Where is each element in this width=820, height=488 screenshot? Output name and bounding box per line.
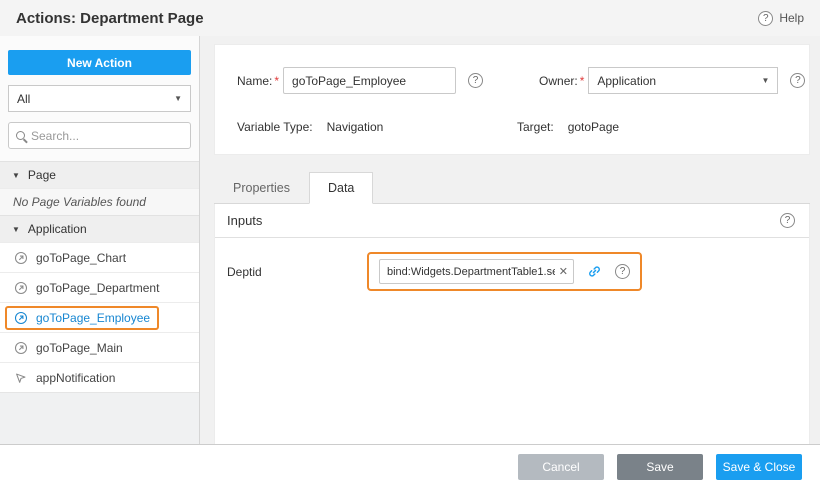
search-box	[8, 122, 191, 149]
sidebar-item-label: goToPage_Chart	[36, 251, 126, 265]
inputs-help-icon[interactable]: ?	[780, 213, 795, 228]
dialog-body: New Action All ▼ ▼ Page No Page Variable…	[0, 36, 820, 444]
cancel-button[interactable]: Cancel	[518, 454, 604, 480]
collapse-caret-icon: ▼	[12, 171, 20, 180]
inputs-section-title: Inputs	[227, 213, 262, 228]
required-asterisk: *	[274, 74, 279, 88]
footer-actions: Cancel Save Save & Close	[0, 444, 820, 488]
chevron-down-icon: ▼	[761, 76, 769, 85]
page-title: Actions: Department Page	[16, 10, 204, 27]
item-inner: appNotification	[5, 366, 124, 390]
sidebar-item-label: appNotification	[36, 371, 115, 385]
save-button[interactable]: Save	[617, 454, 703, 480]
tree-section-page-label: Page	[28, 168, 56, 182]
sidebar-item-gotopage-main[interactable]: goToPage_Main	[0, 332, 199, 362]
item-inner: goToPage_Department	[5, 276, 168, 300]
variable-type-label: Variable Type:	[237, 120, 313, 134]
target-pair: Target: gotoPage	[517, 120, 619, 134]
notification-action-icon	[14, 371, 28, 385]
sidebar-item-label: goToPage_Employee	[36, 311, 150, 325]
data-tab-content: Inputs ? Deptid bind:Widgets.DepartmentT…	[214, 204, 810, 444]
owner-select[interactable]: Application ▼	[588, 67, 778, 94]
tab-properties[interactable]: Properties	[214, 172, 309, 204]
name-label: Name:	[237, 74, 272, 88]
actions-dialog: Actions: Department Page ? Help New Acti…	[0, 0, 820, 488]
tabstrip: Properties Data	[214, 171, 810, 204]
action-detail-panel: Name: * ? Owner: * Application ▼ ?	[200, 36, 820, 444]
tab-data[interactable]: Data	[309, 172, 373, 204]
item-inner: goToPage_Main	[5, 336, 132, 360]
bind-link-icon[interactable]	[586, 263, 603, 280]
search-icon	[16, 131, 25, 140]
owner-group: Owner: * Application ▼ ?	[539, 67, 805, 94]
name-help-icon[interactable]: ?	[468, 73, 483, 88]
deptid-field-row: Deptid bind:Widgets.DepartmentTable1.sel…	[215, 238, 809, 291]
navigation-action-icon	[14, 311, 28, 325]
navigation-action-icon	[14, 251, 28, 265]
titlebar: Actions: Department Page ? Help	[0, 0, 820, 36]
name-input[interactable]	[283, 67, 456, 94]
search-input[interactable]	[31, 129, 183, 143]
page-empty-message: No Page Variables found	[0, 188, 199, 215]
sidebar-item-label: goToPage_Main	[36, 341, 123, 355]
meta-row: Variable Type: Navigation Target: gotoPa…	[237, 120, 787, 134]
clear-icon[interactable]: ✕	[559, 265, 568, 278]
help-icon: ?	[758, 11, 773, 26]
help-label: Help	[779, 11, 804, 25]
target-value: gotoPage	[568, 120, 619, 134]
owner-select-value: Application	[597, 74, 656, 88]
sidebar-item-label: goToPage_Department	[36, 281, 159, 295]
navigation-action-icon	[14, 341, 28, 355]
tree-section-page[interactable]: ▼ Page	[0, 161, 199, 188]
owner-help-icon[interactable]: ?	[790, 73, 805, 88]
variable-type-pair: Variable Type: Navigation	[237, 120, 517, 134]
sidebar-item-gotopage-chart[interactable]: goToPage_Chart	[0, 242, 199, 272]
tree-section-application[interactable]: ▼ Application	[0, 215, 199, 242]
variable-type-value: Navigation	[327, 120, 384, 134]
collapse-caret-icon: ▼	[12, 225, 20, 234]
help-button[interactable]: ? Help	[758, 11, 804, 26]
deptid-bind-group-highlight: bind:Widgets.DepartmentTable1.selec ✕ ?	[367, 252, 642, 291]
item-inner: goToPage_Chart	[5, 246, 135, 270]
sidebar-filler	[0, 392, 199, 444]
tree-section-application-label: Application	[28, 222, 87, 236]
action-form: Name: * ? Owner: * Application ▼ ?	[214, 44, 810, 155]
save-and-close-button[interactable]: Save & Close	[716, 454, 802, 480]
deptid-input[interactable]: bind:Widgets.DepartmentTable1.selec ✕	[379, 259, 574, 284]
target-label: Target:	[517, 120, 554, 134]
owner-label: Owner:	[539, 74, 578, 88]
scope-filter-value: All	[17, 92, 30, 106]
deptid-value: bind:Widgets.DepartmentTable1.selec	[387, 266, 555, 278]
deptid-help-icon[interactable]: ?	[615, 264, 630, 279]
required-asterisk: *	[580, 74, 585, 88]
sidebar-item-appnotification[interactable]: appNotification	[0, 362, 199, 392]
variables-sidebar: New Action All ▼ ▼ Page No Page Variable…	[0, 36, 200, 444]
name-owner-row: Name: * ? Owner: * Application ▼ ?	[237, 67, 787, 94]
sidebar-item-gotopage-department[interactable]: goToPage_Department	[0, 272, 199, 302]
scope-filter-select[interactable]: All ▼	[8, 85, 191, 112]
item-inner-selected-highlight: goToPage_Employee	[5, 306, 159, 330]
deptid-label: Deptid	[227, 265, 367, 279]
navigation-action-icon	[14, 281, 28, 295]
new-action-button[interactable]: New Action	[8, 50, 191, 75]
sidebar-item-gotopage-employee[interactable]: goToPage_Employee	[0, 302, 199, 332]
chevron-down-icon: ▼	[174, 94, 182, 103]
inputs-section-header: Inputs ?	[215, 204, 809, 238]
